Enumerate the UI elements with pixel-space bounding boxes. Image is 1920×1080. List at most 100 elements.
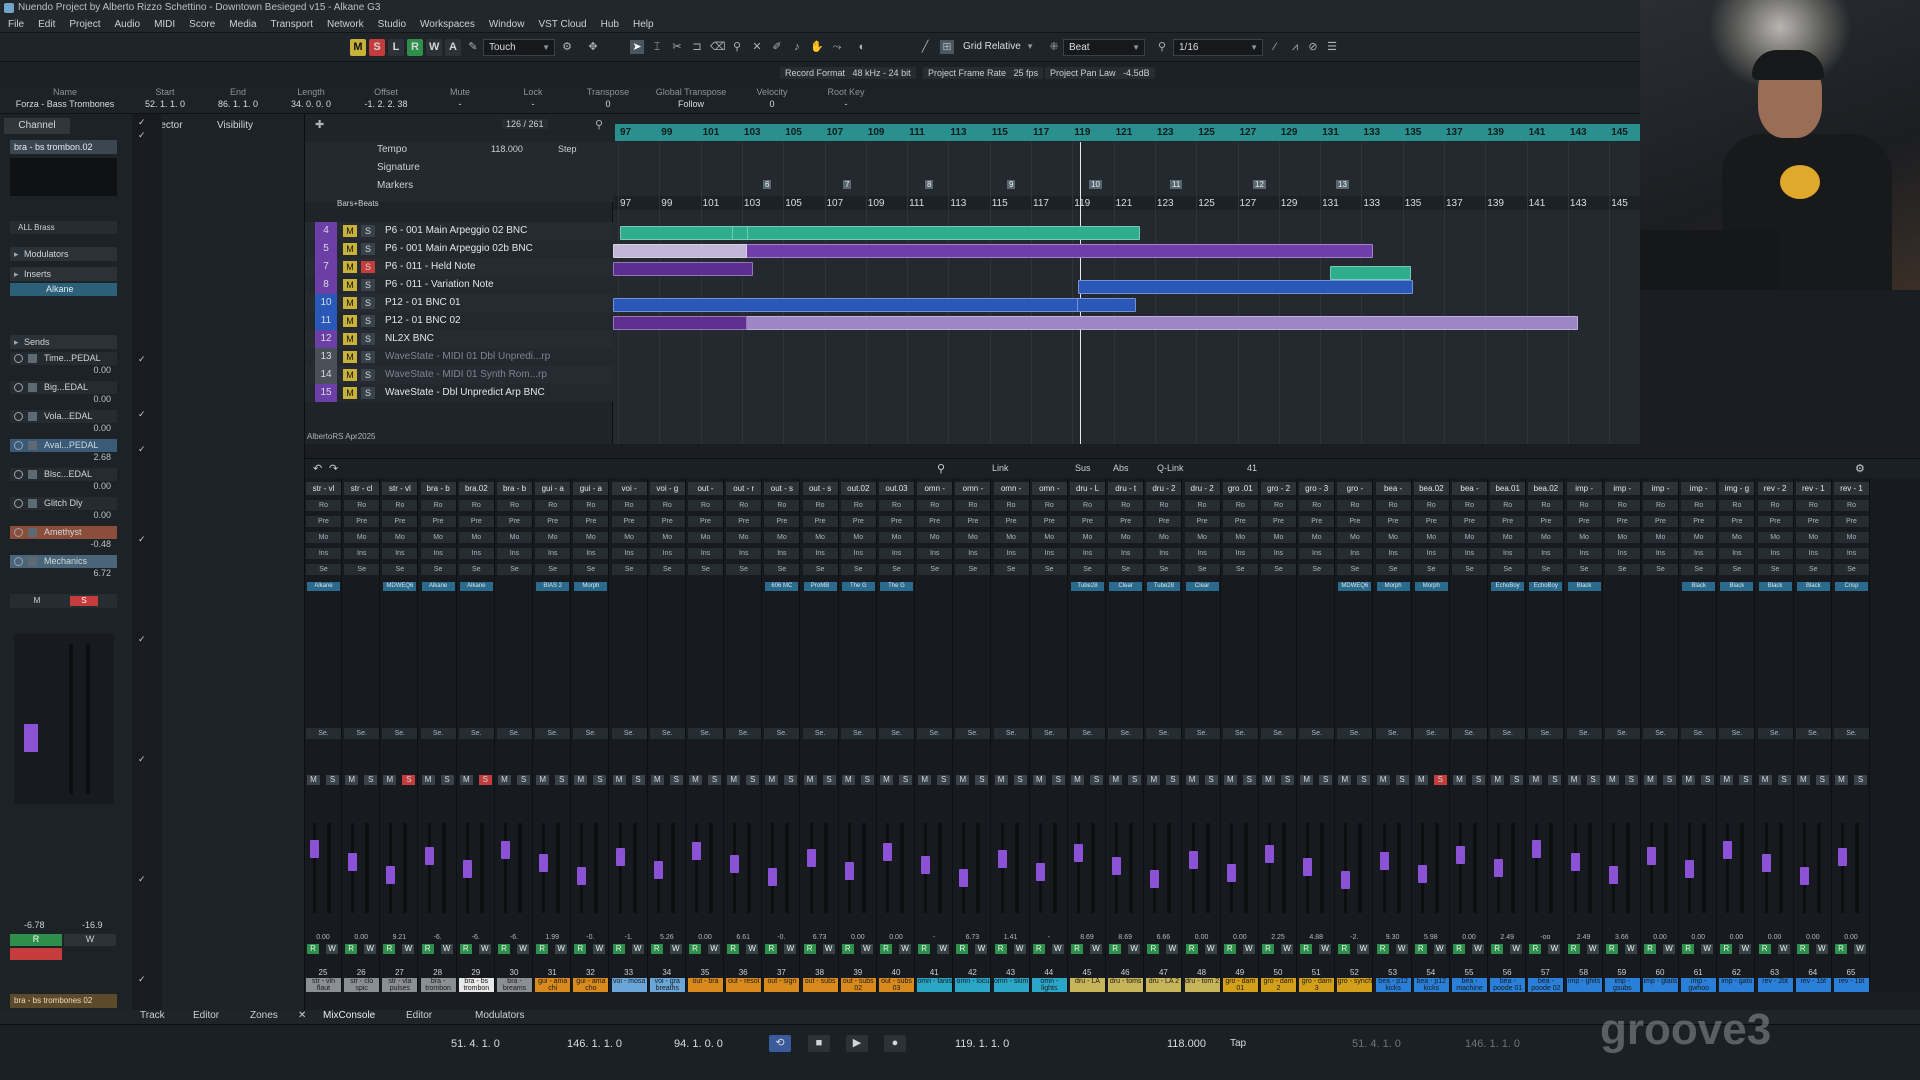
read-button[interactable]: R bbox=[1835, 944, 1847, 954]
solo-button[interactable]: S bbox=[326, 775, 339, 785]
read-button[interactable]: R bbox=[1491, 944, 1504, 954]
solo-button[interactable]: S bbox=[975, 775, 989, 785]
channel-section-ins[interactable]: Ins bbox=[649, 548, 685, 559]
channel-section-ro[interactable]: Ro bbox=[1681, 500, 1717, 511]
mixer-channel[interactable]: omn - Ro Pre Mo Ins Se Se. M S - R W 41 omn - fanis bbox=[916, 478, 954, 992]
track-row[interactable]: 5 M S P6 - 001 Main Arpeggio 02b BNC bbox=[305, 240, 613, 258]
channel-section-ins[interactable]: Ins bbox=[917, 548, 953, 559]
mute-button[interactable]: M bbox=[994, 775, 1008, 785]
grid-type-select[interactable]: Beat ▼ bbox=[1063, 39, 1145, 56]
channel-name[interactable]: voi - g bbox=[649, 482, 685, 495]
channel-send-row[interactable]: Se. bbox=[879, 728, 914, 739]
channel-fader[interactable] bbox=[1608, 866, 1618, 884]
read-button[interactable]: R bbox=[880, 944, 892, 954]
link-label[interactable]: Link bbox=[992, 463, 1009, 473]
channel-section-ro[interactable]: Ro bbox=[1299, 500, 1335, 511]
write-button[interactable]: W bbox=[555, 944, 568, 954]
channel-section-se[interactable]: Se bbox=[1757, 564, 1793, 575]
write-button[interactable]: W bbox=[326, 944, 338, 954]
settings-icon[interactable]: ⚙ bbox=[560, 40, 574, 54]
channel-section-mo[interactable]: Mo bbox=[1299, 532, 1335, 543]
volume-readout[interactable]: -6.78 bbox=[24, 920, 45, 930]
channel-section-mo[interactable]: Mo bbox=[917, 532, 953, 543]
channel-fader[interactable] bbox=[844, 862, 854, 880]
mute-button[interactable]: M bbox=[421, 775, 435, 785]
hand-tool-icon[interactable]: ✋ bbox=[810, 40, 824, 54]
channel-section-se[interactable]: Se bbox=[1146, 564, 1182, 575]
mute-button[interactable]: M bbox=[1758, 775, 1772, 785]
write-button[interactable]: W bbox=[899, 944, 911, 954]
channel-fader[interactable] bbox=[692, 842, 701, 860]
channel-name[interactable]: dru - 2 bbox=[1146, 482, 1182, 495]
channel-section-se[interactable]: Se bbox=[840, 564, 876, 575]
write-button[interactable]: W bbox=[593, 944, 606, 954]
mixer-channel[interactable]: rev - 1 Ro Pre Mo Ins Se Black Se. M S 0.00 R W 64 rev… bbox=[1795, 478, 1832, 992]
channel-name[interactable]: bra - b bbox=[420, 482, 456, 495]
record-format[interactable]: Record Format 48 kHz - 24 bit bbox=[780, 67, 916, 79]
write-button[interactable]: W bbox=[1166, 944, 1179, 954]
event-display[interactable]: 97 99 101 103 105 107 109 111 113 115 117 119 121 123… bbox=[613, 142, 1640, 444]
channel-section-se[interactable]: Se bbox=[1413, 564, 1449, 575]
read-button[interactable]: R bbox=[612, 944, 625, 954]
channel-section-ins[interactable]: Ins bbox=[1757, 548, 1793, 559]
channel-section-ro[interactable]: Ro bbox=[1757, 500, 1793, 511]
channel-send-row[interactable]: Se. bbox=[688, 728, 723, 739]
volume-value[interactable]: 0.00 bbox=[687, 934, 723, 941]
channel-section-ro[interactable]: Ro bbox=[1337, 500, 1373, 511]
volume-value[interactable]: 9.21 bbox=[381, 934, 417, 941]
channel-name[interactable]: gui - a bbox=[535, 482, 571, 495]
marker[interactable]: 10 bbox=[1089, 180, 1102, 189]
channel-section-mo[interactable]: Mo bbox=[1031, 532, 1067, 543]
channel-name[interactable]: dru - 2 bbox=[1184, 482, 1220, 495]
mute-button[interactable]: M bbox=[1262, 775, 1275, 785]
channel-section-ro[interactable]: Ro bbox=[802, 500, 838, 511]
channel-name[interactable]: bea.01 bbox=[1490, 482, 1526, 495]
write-button[interactable]: W bbox=[1281, 944, 1293, 954]
midi-part[interactable] bbox=[613, 262, 753, 276]
channel-section-ins[interactable]: Ins bbox=[382, 548, 418, 559]
solo-button[interactable]: S bbox=[1777, 775, 1791, 785]
solo-button[interactable]: S bbox=[784, 775, 798, 785]
write-button[interactable]: W bbox=[1548, 944, 1561, 954]
channel-section-ins[interactable]: Ins bbox=[1070, 548, 1105, 559]
read-button[interactable]: R bbox=[1338, 944, 1351, 954]
read-button[interactable]: R bbox=[1071, 944, 1083, 954]
channel-section-ro[interactable]: Ro bbox=[764, 500, 800, 511]
mute-button[interactable]: M bbox=[1453, 775, 1466, 785]
mixer-channel[interactable]: rev - 1 Ro Pre Mo Ins Se Crisp Se. M S 0.00 R W 65 rev… bbox=[1833, 478, 1870, 992]
solo-button[interactable]: S bbox=[899, 775, 912, 785]
power-icon[interactable] bbox=[14, 470, 23, 479]
channel-section-ro[interactable]: Ro bbox=[382, 500, 418, 511]
visibility-check[interactable]: ✓ bbox=[138, 117, 146, 127]
channel-send-row[interactable]: Se. bbox=[1070, 728, 1105, 739]
write-button[interactable]: W bbox=[784, 944, 797, 954]
channel-section-se[interactable]: Se bbox=[1299, 564, 1335, 575]
write-button[interactable]: W bbox=[1357, 944, 1370, 954]
channel-fader[interactable] bbox=[1188, 851, 1198, 869]
channel-name[interactable]: bra - b bbox=[497, 482, 532, 495]
read-button[interactable]: R bbox=[459, 944, 472, 954]
channel-name[interactable]: dru - L bbox=[1070, 482, 1105, 495]
mute-button[interactable]: M bbox=[343, 243, 357, 255]
menu-item[interactable]: Help bbox=[633, 19, 654, 30]
solo-button[interactable]: S bbox=[1739, 775, 1753, 785]
channel-name[interactable]: gui - a bbox=[573, 482, 609, 495]
channel-section-se[interactable]: Se bbox=[726, 564, 762, 575]
channel-section-se[interactable]: Se bbox=[458, 564, 494, 575]
mixer-channel[interactable]: omn - Ro Pre Mo Ins Se Se. M S 1.41 R W 43 omn - ski… bbox=[993, 478, 1030, 992]
channel-section-ins[interactable]: Ins bbox=[573, 548, 609, 559]
channel-section-mo[interactable]: Mo bbox=[840, 532, 876, 543]
gear-icon[interactable]: ⚙ bbox=[1855, 462, 1865, 475]
solo-button[interactable]: S bbox=[361, 333, 375, 345]
mixer-channel[interactable]: gro .01 Ro Pre Mo Ins Se Se. M S 0.00 R W 49 gro - da… bbox=[1222, 478, 1259, 992]
channel-name[interactable]: omn - bbox=[917, 482, 953, 495]
channel-section-ins[interactable]: Ins bbox=[611, 548, 647, 559]
mute-button[interactable]: M bbox=[574, 775, 588, 785]
send-slot[interactable]: Time...PEDAL 0.00 bbox=[10, 352, 117, 378]
volume-value[interactable]: 0.00 bbox=[1795, 934, 1831, 941]
visibility-check[interactable]: ✓ bbox=[138, 354, 146, 364]
channel-name[interactable]: dru - t bbox=[1108, 482, 1144, 495]
channel-section-mo[interactable]: Mo bbox=[1566, 532, 1602, 543]
solo-button[interactable]: S bbox=[937, 775, 951, 785]
channel-send-row[interactable]: Se. bbox=[802, 728, 838, 739]
